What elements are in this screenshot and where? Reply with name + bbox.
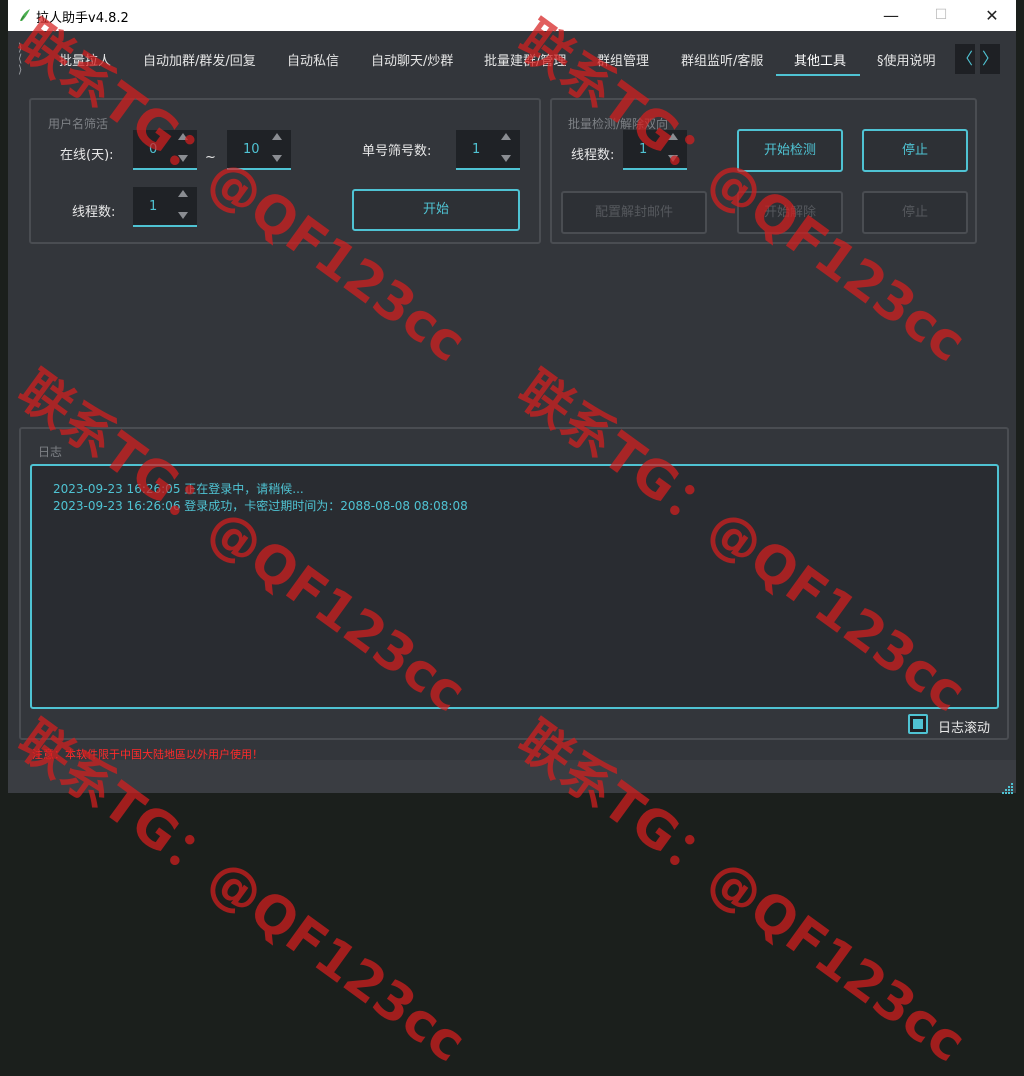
single-filter-count-spinbox[interactable]: 1 — [456, 130, 520, 170]
app-window: 拉人助手v4.8.2 — ☐ ✕ ⟩ ⟨ ⟩ 批量拉人 自动加群/群发/回复 自动私… — [8, 0, 1016, 794]
online-days-label: 在线(天): — [60, 148, 114, 163]
online-to-spinbox[interactable]: 10 — [227, 130, 291, 170]
tab-other-tools[interactable]: 其他工具 — [794, 50, 846, 69]
window-title: 拉人助手v4.8.2 — [36, 11, 129, 26]
threads-label: 线程数: — [72, 205, 116, 220]
start-check-button[interactable]: 开始检测 — [737, 129, 843, 172]
range-tilde: ~ — [205, 150, 216, 165]
online-from-value: 0 — [149, 142, 158, 157]
spin-up-icon[interactable] — [668, 133, 678, 140]
app-logo-icon — [18, 7, 32, 23]
threads-value: 1 — [149, 199, 158, 214]
check-threads-spinbox[interactable]: 1 — [623, 130, 687, 170]
log-line: 2023-09-23 16:26:05 正在登录中，请稍候... — [53, 482, 304, 496]
close-button[interactable]: ✕ — [969, 0, 1015, 31]
tab-next-button[interactable]: 〉 — [980, 44, 1000, 74]
tab-batch-invite[interactable]: 批量拉人 — [59, 50, 111, 69]
username-filter-title: 用户名筛活 — [48, 117, 109, 131]
checkbox-checked-icon — [913, 719, 923, 729]
title-bar: 拉人助手v4.8.2 — ☐ ✕ — [8, 0, 1016, 31]
tab-batch-create[interactable]: 批量建群/管理 — [484, 50, 566, 69]
log-title: 日志 — [38, 445, 63, 459]
spin-down-icon[interactable] — [501, 155, 511, 162]
region-warning-text: 注意：本软件限于中国大陆地區以外用户使用！ — [32, 748, 263, 761]
resize-grip-icon[interactable] — [998, 779, 1014, 794]
start-unlock-button[interactable]: 开始解除 — [737, 191, 843, 234]
threads-spinbox[interactable]: 1 — [133, 187, 197, 227]
log-output[interactable]: 2023-09-23 16:26:05 正在登录中，请稍候... 2023-09… — [30, 464, 999, 709]
single-filter-count-label: 单号筛号数: — [362, 144, 432, 159]
tab-auto-chat[interactable]: 自动聊天/炒群 — [371, 50, 453, 69]
spin-up-icon[interactable] — [178, 190, 188, 197]
single-filter-count-value: 1 — [472, 142, 481, 157]
tab-group-manage[interactable]: 群组管理 — [597, 50, 649, 69]
log-line: 2023-09-23 16:26:06 登录成功，卡密过期时间为：2088-08… — [53, 499, 468, 513]
spin-up-icon[interactable] — [272, 133, 282, 140]
check-threads-value: 1 — [639, 142, 648, 157]
status-bar — [8, 760, 1016, 793]
log-scroll-checkbox[interactable] — [908, 714, 928, 734]
spin-down-icon[interactable] — [272, 155, 282, 162]
log-scroll-label: 日志滚动 — [938, 721, 991, 736]
filter-start-button[interactable]: 开始 — [352, 189, 520, 231]
minimize-button[interactable]: — — [868, 0, 914, 31]
check-threads-label: 线程数: — [571, 148, 615, 163]
spin-down-icon[interactable] — [668, 155, 678, 162]
maximize-button[interactable]: ☐ — [918, 0, 964, 31]
tab-prev-button[interactable]: 〈 — [955, 44, 975, 74]
stop-check-button[interactable]: 停止 — [862, 129, 968, 172]
active-tab-indicator — [776, 74, 860, 76]
config-unlock-email-button[interactable]: 配置解封邮件 — [561, 191, 707, 234]
spin-up-icon[interactable] — [178, 133, 188, 140]
spin-up-icon[interactable] — [501, 133, 511, 140]
spin-down-icon[interactable] — [178, 212, 188, 219]
tab-scroll-glyph-icon[interactable]: ⟩ ⟨ ⟩ — [18, 42, 22, 75]
tab-group-listen[interactable]: 群组监听/客服 — [681, 50, 763, 69]
tab-auto-join[interactable]: 自动加群/群发/回复 — [143, 50, 256, 69]
stop-unlock-button[interactable]: 停止 — [862, 191, 968, 234]
tab-usage-guide[interactable]: §使用说明 — [877, 50, 936, 69]
online-from-spinbox[interactable]: 0 — [133, 130, 197, 170]
tab-auto-dm[interactable]: 自动私信 — [287, 50, 339, 69]
spin-down-icon[interactable] — [178, 155, 188, 162]
online-to-value: 10 — [243, 142, 260, 157]
